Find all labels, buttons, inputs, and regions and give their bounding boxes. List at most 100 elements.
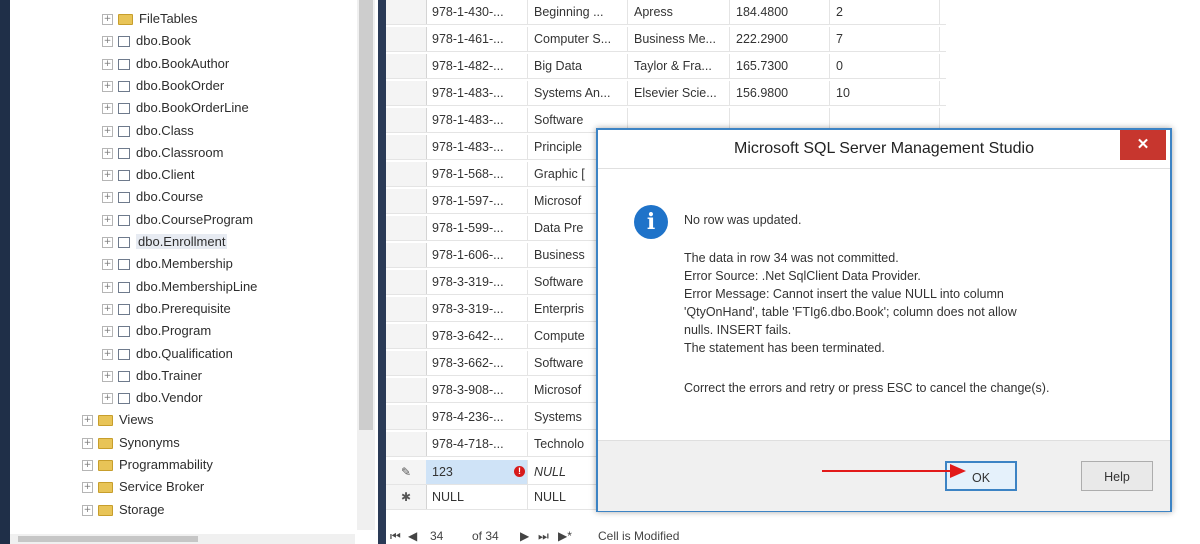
table-cell[interactable]: 156.9800 bbox=[730, 81, 830, 105]
tree-folder[interactable]: + Storage bbox=[82, 499, 165, 521]
table-cell[interactable]: Taylor & Fra... bbox=[628, 54, 730, 78]
table-cell[interactable]: Big Data bbox=[528, 54, 628, 78]
table-cell[interactable]: 978-1-430-... bbox=[426, 0, 528, 24]
tree-table[interactable]: + dbo.Book bbox=[102, 30, 191, 52]
table-cell[interactable]: Apress bbox=[628, 0, 730, 24]
expand-icon[interactable]: + bbox=[102, 80, 113, 92]
expand-icon[interactable]: + bbox=[82, 415, 93, 427]
expand-icon[interactable]: + bbox=[102, 14, 113, 26]
table-cell[interactable]: 10 bbox=[830, 81, 940, 105]
table-cell[interactable]: 978-1-483-... bbox=[426, 81, 528, 105]
expand-icon[interactable]: + bbox=[82, 482, 93, 494]
tree-table[interactable]: + dbo.CourseProgram bbox=[102, 209, 253, 231]
next-record-icon[interactable]: ▶ bbox=[520, 528, 529, 544]
table-cell[interactable]: 978-3-662-... bbox=[426, 351, 528, 375]
row-header[interactable] bbox=[386, 216, 427, 240]
expand-icon[interactable]: + bbox=[102, 393, 113, 405]
table-row[interactable]: 978-1-430-... Beginning ... Apress 184.4800… bbox=[386, 0, 946, 25]
tree-table[interactable]: + dbo.Membership bbox=[102, 253, 233, 275]
tree-table[interactable]: + dbo.Client bbox=[102, 164, 195, 186]
tree-table[interactable]: + dbo.BookAuthor bbox=[102, 53, 229, 75]
tree-table[interactable]: + dbo.Course bbox=[102, 186, 203, 208]
help-button[interactable]: Help bbox=[1081, 461, 1153, 491]
tree-table[interactable]: + dbo.BookOrder bbox=[102, 75, 224, 97]
new-cell-isbn[interactable]: NULL bbox=[426, 485, 528, 509]
new-record-icon[interactable]: ▶* bbox=[558, 528, 572, 544]
table-cell[interactable]: 978-3-642-... bbox=[426, 324, 528, 348]
close-icon[interactable]: ✕ bbox=[1120, 130, 1166, 160]
table-cell[interactable]: 222.2900 bbox=[730, 27, 830, 51]
tree-table[interactable]: + dbo.Prerequisite bbox=[102, 298, 231, 320]
expand-icon[interactable]: + bbox=[102, 281, 113, 293]
tree-table[interactable]: + dbo.Vendor bbox=[102, 387, 203, 409]
row-header[interactable] bbox=[386, 135, 427, 159]
table-cell[interactable]: 978-1-599-... bbox=[426, 216, 528, 240]
expand-icon[interactable]: + bbox=[82, 437, 93, 449]
table-cell[interactable]: 978-1-597-... bbox=[426, 189, 528, 213]
tree-folder[interactable]: + FileTables bbox=[102, 8, 198, 30]
tree-table[interactable]: + dbo.Class bbox=[102, 120, 194, 142]
tree-table[interactable]: + dbo.MembershipLine bbox=[102, 276, 257, 298]
edit-cell-isbn[interactable]: 123 bbox=[426, 460, 528, 484]
table-row[interactable]: 978-1-482-... Big Data Taylor & Fra... 165.… bbox=[386, 54, 946, 79]
previous-record-icon[interactable]: ◀ bbox=[408, 528, 417, 544]
row-header[interactable] bbox=[386, 0, 427, 24]
table-cell[interactable]: 7 bbox=[830, 27, 940, 51]
tree-folder[interactable]: + Programmability bbox=[82, 454, 213, 476]
tree-table[interactable]: + dbo.Qualification bbox=[102, 343, 233, 365]
row-header[interactable] bbox=[386, 378, 427, 402]
table-cell[interactable]: 978-3-319-... bbox=[426, 297, 528, 321]
expand-icon[interactable]: + bbox=[102, 303, 113, 315]
row-header[interactable] bbox=[386, 81, 427, 105]
table-cell[interactable]: Beginning ... bbox=[528, 0, 628, 24]
table-cell[interactable]: 978-1-606-... bbox=[426, 243, 528, 267]
expand-icon[interactable]: + bbox=[102, 147, 113, 159]
row-header[interactable] bbox=[386, 297, 427, 321]
table-cell[interactable]: 978-1-482-... bbox=[426, 54, 528, 78]
expand-icon[interactable]: + bbox=[102, 125, 113, 137]
expand-icon[interactable]: + bbox=[82, 460, 93, 472]
table-cell[interactable]: 978-1-483-... bbox=[426, 108, 528, 132]
tree-table[interactable]: + dbo.BookOrderLine bbox=[102, 97, 249, 119]
expand-icon[interactable]: + bbox=[102, 58, 113, 70]
current-record-field[interactable]: 34 bbox=[430, 528, 443, 544]
row-header[interactable] bbox=[386, 351, 427, 375]
expand-icon[interactable]: + bbox=[102, 259, 113, 271]
pane-splitter[interactable] bbox=[378, 0, 386, 544]
tree-folder[interactable]: + Service Broker bbox=[82, 476, 204, 498]
table-row[interactable]: 978-1-461-... Computer S... Business Me...… bbox=[386, 27, 946, 52]
table-cell[interactable]: Computer S... bbox=[528, 27, 628, 51]
row-header[interactable] bbox=[386, 54, 427, 78]
expand-icon[interactable]: + bbox=[102, 36, 113, 48]
table-cell[interactable]: Systems An... bbox=[528, 81, 628, 105]
tree-table[interactable]: + dbo.Classroom bbox=[102, 142, 223, 164]
table-cell[interactable]: 978-1-568-... bbox=[426, 162, 528, 186]
last-record-icon[interactable]: ⏭ bbox=[538, 528, 549, 544]
table-cell[interactable]: Business Me... bbox=[628, 27, 730, 51]
row-header[interactable] bbox=[386, 162, 427, 186]
row-header[interactable] bbox=[386, 243, 427, 267]
row-header[interactable] bbox=[386, 270, 427, 294]
expand-icon[interactable]: + bbox=[102, 103, 113, 115]
table-cell[interactable]: 978-3-319-... bbox=[426, 270, 528, 294]
expand-icon[interactable]: + bbox=[102, 214, 113, 226]
explorer-vertical-scroll-thumb[interactable] bbox=[359, 0, 373, 430]
expand-icon[interactable]: + bbox=[102, 348, 113, 360]
row-header[interactable] bbox=[386, 108, 427, 132]
row-header[interactable] bbox=[386, 27, 427, 51]
expand-icon[interactable]: + bbox=[102, 326, 113, 338]
row-header[interactable] bbox=[386, 324, 427, 348]
first-record-icon[interactable]: ⏮ bbox=[390, 528, 401, 544]
explorer-horizontal-scroll-thumb[interactable] bbox=[18, 536, 198, 542]
table-cell[interactable]: 2 bbox=[830, 0, 940, 24]
table-cell[interactable]: 978-4-718-... bbox=[426, 432, 528, 456]
tree-table[interactable]: + dbo.Enrollment bbox=[102, 231, 228, 253]
table-cell[interactable]: 0 bbox=[830, 54, 940, 78]
table-cell[interactable]: 184.4800 bbox=[730, 0, 830, 24]
expand-icon[interactable]: + bbox=[82, 504, 93, 516]
expand-icon[interactable]: + bbox=[102, 370, 113, 382]
row-header[interactable] bbox=[386, 432, 427, 456]
expand-icon[interactable]: + bbox=[102, 170, 113, 182]
table-cell[interactable]: 978-3-908-... bbox=[426, 378, 528, 402]
row-header[interactable] bbox=[386, 405, 427, 429]
